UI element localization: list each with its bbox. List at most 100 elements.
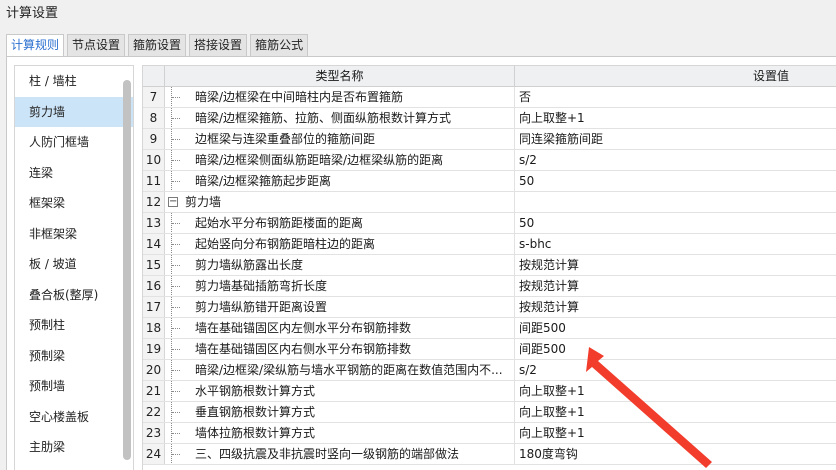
- tree-connector-icon: [171, 150, 183, 170]
- tree-connector-icon: [171, 360, 183, 380]
- row-number: 7: [143, 87, 165, 107]
- row-type-name: 水平钢筋根数计算方式: [165, 381, 515, 401]
- table-row[interactable]: 22 垂直钢筋根数计算方式 向上取整+1: [143, 402, 836, 423]
- header-setting-value: 设置值: [753, 69, 790, 83]
- row-setting-value[interactable]: 间距500: [515, 339, 836, 359]
- table-row[interactable]: 14 起始竖向分布钢筋距暗柱边的距离 s-bhc: [143, 234, 836, 255]
- row-type-name: − 剪力墙: [165, 192, 515, 212]
- setting-label: 水平钢筋根数计算方式: [195, 384, 316, 398]
- table-row[interactable]: 7 暗梁/边框梁在中间暗柱内是否布置箍筋 否: [143, 87, 836, 108]
- row-number: 12: [143, 192, 165, 212]
- window-title: 计算设置: [6, 6, 59, 21]
- setting-label: 起始水平分布钢筋距楼面的距离: [195, 216, 364, 230]
- row-type-name: 剪力墙纵筋露出长度: [165, 255, 515, 275]
- setting-label: 墙在基础锚固区内左侧水平分布钢筋排数: [195, 321, 412, 335]
- table-row[interactable]: 11 暗梁/边框梁箍筋起步距离 50: [143, 171, 836, 192]
- table-row[interactable]: 15 剪力墙纵筋露出长度 按规范计算: [143, 255, 836, 276]
- table-row[interactable]: 9 边框梁与连梁重叠部位的箍筋间距 同连梁箍筋间距: [143, 129, 836, 150]
- tree-connector-icon: [171, 297, 183, 317]
- sidebar-item-6[interactable]: 板 / 坡道: [15, 249, 133, 280]
- row-setting-value[interactable]: 向上取整+1: [515, 381, 836, 401]
- table-row[interactable]: 24 三、四级抗震及非抗震时竖向一级钢筋的端部做法 180度弯钩: [143, 444, 836, 465]
- tree-connector-icon: [171, 381, 183, 401]
- row-number: 21: [143, 381, 165, 401]
- sidebar-item-10[interactable]: 预制墙: [15, 371, 133, 402]
- table-row[interactable]: 10 暗梁/边框梁侧面纵筋距暗梁/边框梁纵筋的距离 s/2: [143, 150, 836, 171]
- sidebar-item-5[interactable]: 非框架梁: [15, 219, 133, 250]
- row-type-name: 剪力墙纵筋错开距离设置: [165, 297, 515, 317]
- row-setting-value[interactable]: s/2: [515, 360, 836, 380]
- table-row[interactable]: 16 剪力墙基础插筋弯折长度 按规范计算: [143, 276, 836, 297]
- row-type-name: 暗梁/边框梁在中间暗柱内是否布置箍筋: [165, 87, 515, 107]
- row-setting-value[interactable]: 向上取整+1: [515, 423, 836, 443]
- sidebar-item-2[interactable]: 人防门框墙: [15, 127, 133, 158]
- table-row[interactable]: 18 墙在基础锚固区内左侧水平分布钢筋排数 间距500: [143, 318, 836, 339]
- table-row[interactable]: 19 墙在基础锚固区内右侧水平分布钢筋排数 间距500: [143, 339, 836, 360]
- row-type-name: 三、四级抗震及非抗震时竖向一级钢筋的端部做法: [165, 444, 515, 464]
- header-row-number: [143, 66, 165, 86]
- table-row[interactable]: 23 墙体拉筋根数计算方式 向上取整+1: [143, 423, 836, 444]
- setting-label: 暗梁/边框梁/梁纵筋与墙水平钢筋的距离在数值范围内不...: [195, 363, 503, 377]
- row-setting-value[interactable]: 间距500: [515, 318, 836, 338]
- sidebar-item-4[interactable]: 框架梁: [15, 188, 133, 219]
- row-number: 20: [143, 360, 165, 380]
- tree-connector-icon: [171, 171, 183, 191]
- tab-1[interactable]: 节点设置: [67, 34, 126, 56]
- row-setting-value[interactable]: 50: [515, 213, 836, 233]
- row-type-name: 暗梁/边框梁箍筋、拉筋、侧面纵筋根数计算方式: [165, 108, 515, 128]
- row-setting-value[interactable]: 按规范计算: [515, 255, 836, 275]
- sidebar-item-8[interactable]: 预制柱: [15, 310, 133, 341]
- tree-connector-icon: [171, 423, 183, 443]
- row-number: 19: [143, 339, 165, 359]
- tab-2[interactable]: 箍筋设置: [128, 34, 187, 56]
- table-row[interactable]: 20 暗梁/边框梁/梁纵筋与墙水平钢筋的距离在数值范围内不... s/2: [143, 360, 836, 381]
- row-setting-value[interactable]: 同连梁箍筋间距: [515, 129, 836, 149]
- tab-4[interactable]: 箍筋公式: [250, 34, 309, 56]
- row-setting-value[interactable]: 向上取整+1: [515, 108, 836, 128]
- setting-label: 起始竖向分布钢筋距暗柱边的距离: [195, 237, 376, 251]
- row-setting-value[interactable]: 向上取整+1: [515, 402, 836, 422]
- tab-3[interactable]: 搭接设置: [189, 34, 248, 56]
- sidebar-item-12[interactable]: 主肋梁: [15, 432, 133, 463]
- group-label: 剪力墙: [185, 195, 222, 209]
- row-type-name: 起始竖向分布钢筋距暗柱边的距离: [165, 234, 515, 254]
- sidebar-item-9[interactable]: 预制梁: [15, 341, 133, 372]
- row-number: 16: [143, 276, 165, 296]
- header-type-name: 类型名称: [165, 66, 515, 86]
- row-setting-value[interactable]: 按规范计算: [515, 297, 836, 317]
- sidebar-item-0[interactable]: 柱 / 墙柱: [15, 66, 133, 97]
- row-setting-value[interactable]: 50: [515, 171, 836, 191]
- table-row[interactable]: 13 起始水平分布钢筋距楼面的距离 50: [143, 213, 836, 234]
- row-setting-value[interactable]: 180度弯钩: [515, 444, 836, 464]
- row-number: 17: [143, 297, 165, 317]
- sidebar-item-1[interactable]: 剪力墙: [15, 96, 133, 127]
- table-row[interactable]: 8 暗梁/边框梁箍筋、拉筋、侧面纵筋根数计算方式 向上取整+1: [143, 108, 836, 129]
- sidebar-scrollbar[interactable]: [123, 80, 131, 460]
- sidebar-item-11[interactable]: 空心楼盖板: [15, 402, 133, 433]
- sidebar-item-7[interactable]: 叠合板(整厚): [15, 280, 133, 311]
- setting-label: 墙体拉筋根数计算方式: [195, 426, 316, 440]
- collapse-toggle-icon[interactable]: −: [168, 197, 178, 207]
- settings-table: 类型名称 设置值 7 暗梁/边框梁在中间暗柱内是否布置箍筋 否 8 暗梁/边框梁箍筋、拉…: [142, 65, 836, 470]
- row-type-name: 剪力墙基础插筋弯折长度: [165, 276, 515, 296]
- tree-connector-icon: [171, 129, 183, 149]
- row-number: 9: [143, 129, 165, 149]
- row-setting-value[interactable]: s/2: [515, 150, 836, 170]
- table-row[interactable]: 12− 剪力墙: [143, 192, 836, 213]
- row-type-name: 起始水平分布钢筋距楼面的距离: [165, 213, 515, 233]
- row-number: 11: [143, 171, 165, 191]
- setting-label: 三、四级抗震及非抗震时竖向一级钢筋的端部做法: [195, 447, 460, 461]
- row-setting-value[interactable]: s-bhc: [515, 234, 836, 254]
- row-number: 8: [143, 108, 165, 128]
- sidebar-item-13[interactable]: 次肋梁: [15, 463, 133, 470]
- setting-label: 暗梁/边框梁箍筋起步距离: [195, 174, 332, 188]
- row-setting-value[interactable]: 否: [515, 87, 836, 107]
- tab-0[interactable]: 计算规则: [6, 34, 65, 57]
- row-setting-value[interactable]: [515, 192, 836, 212]
- component-sidebar: 柱 / 墙柱 剪力墙 人防门框墙 连梁 框架梁 非框架梁板 / 坡道 叠合板(整厚) 预制柱预…: [14, 65, 134, 470]
- table-row[interactable]: 17 剪力墙纵筋错开距离设置 按规范计算: [143, 297, 836, 318]
- row-setting-value[interactable]: 按规范计算: [515, 276, 836, 296]
- table-row[interactable]: 21 水平钢筋根数计算方式 向上取整+1: [143, 381, 836, 402]
- sidebar-item-3[interactable]: 连梁: [15, 158, 133, 189]
- row-type-name: 暗梁/边框梁箍筋起步距离: [165, 171, 515, 191]
